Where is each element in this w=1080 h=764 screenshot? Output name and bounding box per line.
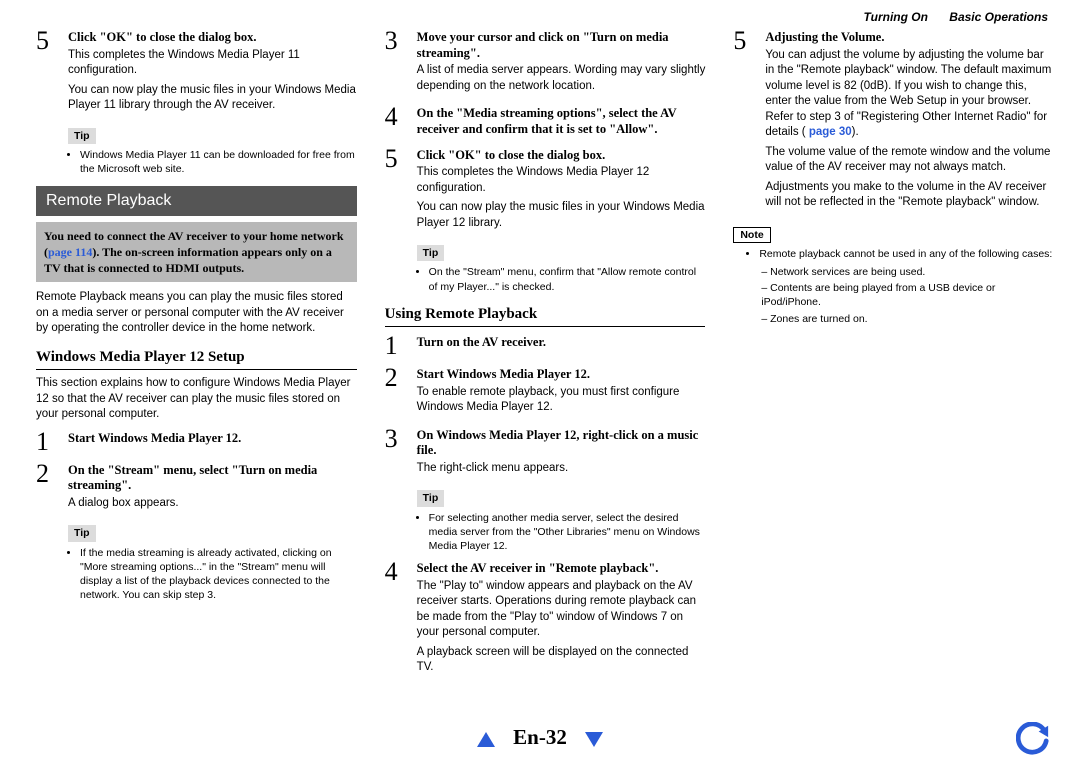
step-title: On the "Stream" menu, select "Turn on me… (68, 463, 357, 494)
step-body: A playback screen will be displayed on t… (417, 645, 706, 676)
step-5-wmp11: 5 Click "OK" to close the dialog box. Th… (36, 28, 357, 118)
header-turning-on: Turning On (864, 10, 928, 24)
step-title: On the "Media streaming options", select… (417, 106, 706, 137)
step-body-pre: You can adjust the volume by adjusting t… (765, 49, 1051, 139)
step-number: 5 (36, 28, 58, 118)
tip-item: Windows Media Player 11 can be downloade… (80, 148, 357, 176)
step-body: To enable remote playback, you must firs… (417, 385, 706, 416)
page-link-30[interactable]: page 30 (809, 126, 852, 138)
back-button[interactable] (1016, 722, 1050, 756)
step-4-remote: 4 Select the AV receiver in "Remote play… (385, 559, 706, 680)
step-title: Start Windows Media Player 12. (417, 367, 706, 383)
step-title: Move your cursor and click on "Turn on m… (417, 30, 706, 61)
step-3-remote: 3 On Windows Media Player 12, right-clic… (385, 426, 706, 481)
step-title: Adjusting the Volume. (765, 30, 1054, 46)
step-number: 2 (385, 365, 407, 420)
step-1-wmp12-setup: 1 Start Windows Media Player 12. (36, 429, 357, 455)
step-title: Click "OK" to close the dialog box. (417, 148, 706, 164)
step-body: A list of media server appears. Wording … (417, 63, 706, 94)
step-title: Select the AV receiver in "Remote playba… (417, 561, 706, 577)
step-number: 5 (385, 146, 407, 236)
intro-text: Remote Playback means you can play the m… (36, 290, 357, 337)
step-body: You can now play the music files in your… (68, 83, 357, 114)
step-number: 4 (385, 559, 407, 680)
note-item: Network services are being used. (761, 265, 1054, 279)
column-2: 3 Move your cursor and click on "Turn on… (385, 22, 706, 684)
step-4-wmp12-setup: 4 On the "Media streaming options", sele… (385, 104, 706, 139)
page: Turning On Basic Operations 5 Click "OK"… (0, 0, 1080, 764)
page-footer: En-32 (0, 725, 1080, 750)
column-3: 5 Adjusting the Volume. You can adjust t… (733, 22, 1054, 684)
step-number: 1 (36, 429, 58, 455)
step-title: On Windows Media Player 12, right-click … (417, 428, 706, 459)
step-5b-wmp12-setup: 5 Click "OK" to close the dialog box. Th… (385, 146, 706, 236)
section-heading-remote-playback: Remote Playback (36, 186, 357, 216)
step-number: 4 (385, 104, 407, 139)
tip-label: Tip (68, 128, 96, 144)
header-basic-ops: Basic Operations (949, 10, 1048, 24)
heading-wmp12-setup: Windows Media Player 12 Setup (36, 347, 357, 370)
step-body: The right-click menu appears. (417, 461, 706, 477)
step-1-remote: 1 Turn on the AV receiver. (385, 333, 706, 359)
back-arrow-icon (1016, 722, 1050, 756)
header: Turning On Basic Operations (846, 10, 1048, 24)
step-3-wmp12-setup: 3 Move your cursor and click on "Turn on… (385, 28, 706, 98)
step-2-remote: 2 Start Windows Media Player 12. To enab… (385, 365, 706, 420)
step-number: 3 (385, 426, 407, 481)
page-link-114[interactable]: page 114 (48, 245, 92, 259)
note-intro: Remote playback cannot be used in any of… (759, 247, 1054, 261)
next-page-icon[interactable] (585, 732, 603, 747)
step-number: 1 (385, 333, 407, 359)
note-item: Contents are being played from a USB dev… (761, 281, 1054, 309)
important-notice-box: You need to connect the AV receiver to y… (36, 222, 357, 283)
step-body: This completes the Windows Media Player … (417, 165, 706, 196)
tip-item: For selecting another media server, sele… (429, 511, 706, 554)
step-title: Click "OK" to close the dialog box. (68, 30, 357, 46)
page-number: En-32 (513, 725, 567, 750)
step-body-post: ). (852, 126, 859, 138)
tip-item: If the media streaming is already activa… (80, 546, 357, 603)
step-5-volume: 5 Adjusting the Volume. You can adjust t… (733, 28, 1054, 215)
step-number: 5 (733, 28, 755, 215)
tip-label: Tip (417, 490, 445, 506)
step-body: The "Play to" window appears and playbac… (417, 579, 706, 641)
step-number: 3 (385, 28, 407, 98)
step-body: This completes the Windows Media Player … (68, 48, 357, 79)
tip-label: Tip (417, 245, 445, 261)
step-number: 2 (36, 461, 58, 516)
tip-label: Tip (68, 525, 96, 541)
heading-body: This section explains how to configure W… (36, 376, 357, 423)
step-title: Start Windows Media Player 12. (68, 431, 357, 447)
note-item: Zones are turned on. (761, 312, 1054, 326)
step-body: You can now play the music files in your… (417, 200, 706, 231)
note-label: Note (733, 227, 770, 243)
column-1: 5 Click "OK" to close the dialog box. Th… (36, 22, 357, 684)
prev-page-icon[interactable] (477, 732, 495, 747)
step-body: The volume value of the remote window an… (765, 145, 1054, 176)
step-2-wmp12-setup: 2 On the "Stream" menu, select "Turn on … (36, 461, 357, 516)
step-body: A dialog box appears. (68, 496, 357, 512)
step-body: Adjustments you make to the volume in th… (765, 180, 1054, 211)
heading-using-remote-playback: Using Remote Playback (385, 304, 706, 327)
step-title: Turn on the AV receiver. (417, 335, 706, 351)
tip-item: On the "Stream" menu, confirm that "Allo… (429, 265, 706, 293)
step-body: You can adjust the volume by adjusting t… (765, 48, 1054, 141)
